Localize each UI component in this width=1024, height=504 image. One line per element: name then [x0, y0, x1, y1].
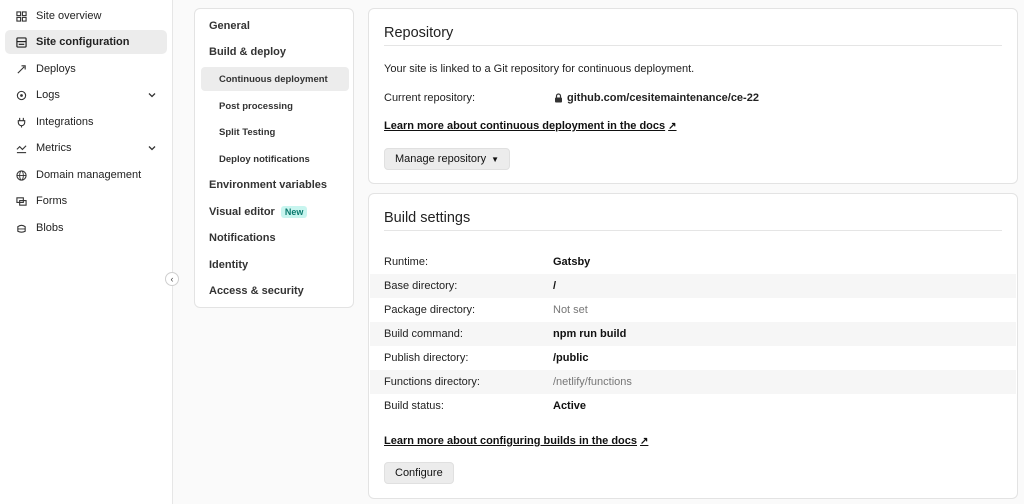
- subnav-item-deploy-notifications[interactable]: Deploy notifications: [201, 147, 349, 171]
- subnav-item-continuous-deployment[interactable]: Continuous deployment: [201, 67, 349, 91]
- sidebar: Site overview Site configuration Deploys…: [0, 0, 173, 504]
- sidebar-item-label: Site overview: [36, 10, 102, 22]
- current-repository-value[interactable]: github.com/cesitemaintenance/ce-22: [554, 92, 759, 104]
- subnav-item-access-security[interactable]: Access & security: [201, 279, 349, 303]
- row-label: Package directory:: [384, 304, 476, 316]
- repository-title: Repository: [384, 25, 454, 41]
- subnav-item-environment-variables[interactable]: Environment variables: [201, 173, 349, 197]
- subnav-item-visual-editor[interactable]: Visual editor New: [201, 200, 349, 224]
- manage-repository-button[interactable]: Manage repository ▼: [384, 148, 511, 170]
- link-text: Learn more about configuring builds in t…: [384, 435, 638, 447]
- sidebar-item-site-configuration[interactable]: Site configuration: [5, 30, 167, 54]
- forms-icon: [13, 193, 29, 209]
- row-label: Functions directory:: [384, 376, 480, 388]
- build-settings-title: Build settings: [384, 210, 471, 226]
- settings-subnav: General Build & deploy Continuous deploy…: [194, 8, 354, 308]
- subnav-item-notifications[interactable]: Notifications: [201, 226, 349, 250]
- build-row-build-status: Build status: Active: [370, 394, 1016, 418]
- sidebar-item-label: Integrations: [36, 116, 94, 128]
- subnav-item-identity[interactable]: Identity: [201, 253, 349, 277]
- build-settings-card: Build settings Runtime: Gatsby Base dire…: [368, 193, 1018, 499]
- build-row-base-directory: Base directory: /: [370, 274, 1016, 298]
- build-row-package-directory: Package directory: Not set: [370, 298, 1016, 322]
- sidebar-item-label: Forms: [36, 195, 68, 207]
- link-text: Learn more about continuous deployment i…: [384, 120, 666, 132]
- row-value: /netlify/functions: [553, 376, 632, 388]
- row-label: Base directory:: [384, 280, 458, 292]
- repository-card: Repository Your site is linked to a Git …: [368, 8, 1018, 184]
- row-value: Not set: [553, 304, 588, 316]
- build-row-functions-directory: Functions directory: /netlify/functions: [370, 370, 1016, 394]
- continuous-deployment-docs-link[interactable]: Learn more about continuous deployment i…: [384, 120, 677, 132]
- config-icon: [13, 34, 29, 50]
- chevron-down-icon: ▼: [491, 154, 500, 164]
- subnav-item-general[interactable]: General: [201, 14, 349, 38]
- configuring-builds-docs-link[interactable]: Learn more about configuring builds in t…: [384, 435, 648, 447]
- sidebar-item-blobs[interactable]: Blobs: [5, 216, 167, 240]
- button-label: Manage repository: [395, 153, 487, 165]
- subnav-item-label: Visual editor: [209, 206, 275, 218]
- row-label: Build status:: [384, 400, 444, 412]
- sidebar-item-label: Metrics: [36, 142, 72, 154]
- button-label: Configure: [395, 467, 443, 479]
- sidebar-item-domain-management[interactable]: Domain management: [5, 163, 167, 187]
- sidebar-item-site-overview[interactable]: Site overview: [5, 4, 167, 28]
- row-value: Active: [553, 400, 587, 412]
- build-row-publish-directory: Publish directory: /public: [370, 346, 1016, 370]
- subnav-item-split-testing[interactable]: Split Testing: [201, 120, 349, 144]
- build-row-runtime: Runtime: Gatsby: [370, 250, 1016, 274]
- sidebar-item-forms[interactable]: Forms: [5, 189, 167, 213]
- repository-url: github.com/cesitemaintenance/ce-22: [567, 92, 759, 104]
- row-value: /: [553, 280, 557, 292]
- grid-icon: [13, 8, 29, 24]
- subnav-item-post-processing[interactable]: Post processing: [201, 94, 349, 118]
- chevron-down-icon[interactable]: [147, 143, 157, 153]
- logs-icon: [13, 87, 29, 103]
- external-link-icon: ↗: [668, 120, 677, 132]
- row-value: Gatsby: [553, 256, 591, 268]
- current-repository-label: Current repository:: [384, 92, 476, 104]
- sidebar-item-deploys[interactable]: Deploys: [5, 57, 167, 81]
- divider: [384, 230, 1002, 231]
- row-label: Build command:: [384, 328, 463, 340]
- divider: [384, 45, 1002, 46]
- row-label: Runtime:: [384, 256, 429, 268]
- sidebar-item-label: Domain management: [36, 169, 142, 181]
- sidebar-item-logs[interactable]: Logs: [5, 83, 167, 107]
- plug-icon: [13, 114, 29, 130]
- sidebar-item-integrations[interactable]: Integrations: [5, 110, 167, 134]
- external-link-icon: ↗: [640, 435, 649, 447]
- metrics-icon: [13, 140, 29, 156]
- subnav-item-build-deploy[interactable]: Build & deploy: [201, 40, 349, 64]
- new-badge: New: [280, 206, 308, 218]
- globe-icon: [13, 167, 29, 183]
- sidebar-item-label: Deploys: [36, 63, 76, 75]
- lock-icon: [555, 93, 562, 103]
- row-value: npm run build: [553, 328, 627, 340]
- row-label: Publish directory:: [384, 352, 469, 364]
- row-value: /public: [553, 352, 589, 364]
- chevron-down-icon[interactable]: [147, 90, 157, 100]
- configure-button[interactable]: Configure: [384, 462, 454, 484]
- sidebar-item-label: Site configuration: [36, 36, 130, 48]
- collapse-sidebar-icon[interactable]: ‹: [165, 272, 179, 286]
- blobs-icon: [13, 220, 29, 236]
- rocket-icon: [13, 61, 29, 77]
- sidebar-item-label: Blobs: [36, 222, 64, 234]
- build-row-build-command: Build command: npm run build: [370, 322, 1016, 346]
- repository-description: Your site is linked to a Git repository …: [384, 63, 695, 75]
- sidebar-item-metrics[interactable]: Metrics: [5, 136, 167, 160]
- sidebar-item-label: Logs: [36, 89, 60, 101]
